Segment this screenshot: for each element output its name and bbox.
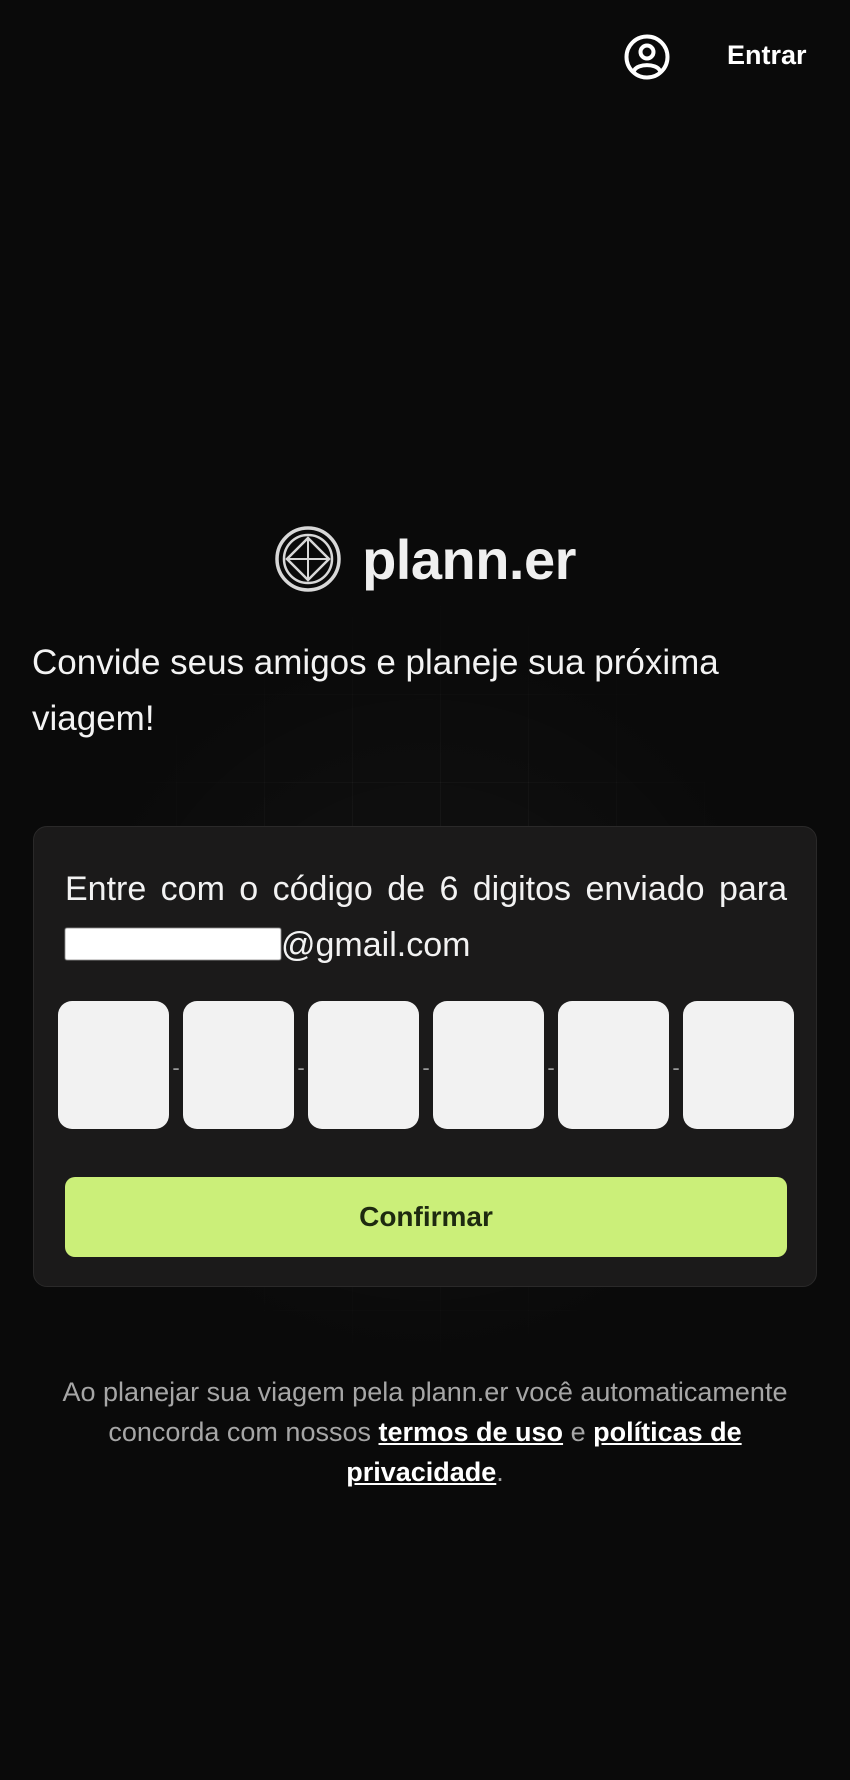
otp-digit-5[interactable] — [558, 1001, 669, 1129]
otp-digit-6[interactable] — [683, 1001, 794, 1129]
otp-separator: - — [297, 1055, 305, 1080]
login-link[interactable]: Entrar — [727, 40, 807, 71]
terms-of-use-link[interactable]: termos de uso — [379, 1417, 564, 1447]
tagline: Convide seus amigos e planeje sua próxim… — [32, 643, 719, 738]
masked-email-local — [65, 928, 281, 960]
email-domain: @gmail.com — [281, 926, 471, 964]
otp-separator: - — [672, 1055, 680, 1080]
compass-logo-icon — [274, 525, 342, 593]
otp-digit-4[interactable] — [433, 1001, 544, 1129]
otp-separator: - — [172, 1055, 180, 1080]
otp-separator: - — [422, 1055, 430, 1080]
legal-notice: Ao planejar sua viagem pela plann.er voc… — [40, 1372, 810, 1492]
legal-period: . — [496, 1457, 504, 1487]
otp-digit-3[interactable] — [308, 1001, 419, 1129]
verification-instruction: Entre com o código de 6 digitos enviado … — [65, 861, 787, 973]
otp-separator: - — [547, 1055, 555, 1080]
otp-input-group: - - - - - — [58, 1001, 794, 1129]
user-circle-icon[interactable] — [624, 34, 670, 80]
verification-card: Entre com o código de 6 digitos enviado … — [33, 826, 817, 1287]
brand-name: plann.er — [362, 527, 576, 591]
top-bar: Entrar — [0, 0, 850, 115]
brand: plann.er — [0, 525, 850, 593]
instruction-text: Entre com o código de 6 digitos enviado … — [65, 870, 787, 908]
legal-conjunction: e — [570, 1417, 586, 1447]
confirm-button[interactable]: Confirmar — [65, 1177, 787, 1257]
otp-digit-2[interactable] — [183, 1001, 294, 1129]
otp-digit-1[interactable] — [58, 1001, 169, 1129]
